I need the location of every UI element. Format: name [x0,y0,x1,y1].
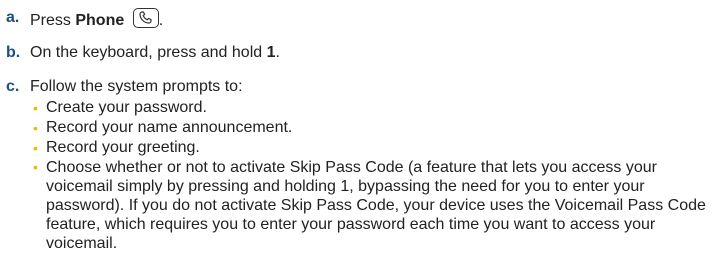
key-name: Phone [75,12,125,29]
step-a: a. Press Phone . [0,8,713,31]
list-item: • Record your greeting. [30,138,713,158]
bullet-icon: • [33,140,38,156]
list-item-text: Record your greeting. [46,139,200,156]
phone-key-icon [132,8,159,28]
list-item: • Record your name announcement. [30,118,713,138]
instruction-document: a. Press Phone . b. On the keyboard, pre… [0,0,713,253]
step-letter: a. [6,9,20,26]
step-text: Press [30,12,76,29]
bullet-icon: • [33,120,38,136]
step-text-end: . [275,44,280,61]
bullet-icon: • [33,100,38,116]
step-letter: b. [6,44,21,61]
prompt-list: • Create your password. • Record your name… [30,98,713,253]
list-item-text: Choose whether or not to activate Skip P… [46,159,706,252]
step-text-spacer [124,12,128,29]
list-item-text: Record your name announcement. [46,119,293,136]
step-trail: . [158,12,164,29]
step-text: Follow the system prompts to: [30,78,243,95]
list-item-text: Create your password. [46,99,207,116]
bullet-icon: • [33,159,38,175]
step-c: c. Follow the system prompts to: • Create… [0,77,713,253]
key-name: 1 [266,44,276,61]
step-text: On the keyboard, press and hold [30,44,267,61]
step-letter: c. [6,78,20,95]
step-b: b. On the keyboard, press and hold 1. [0,43,713,63]
list-item: • Choose whether or not to activate Skip … [30,158,713,253]
list-item: • Create your password. [30,98,713,118]
